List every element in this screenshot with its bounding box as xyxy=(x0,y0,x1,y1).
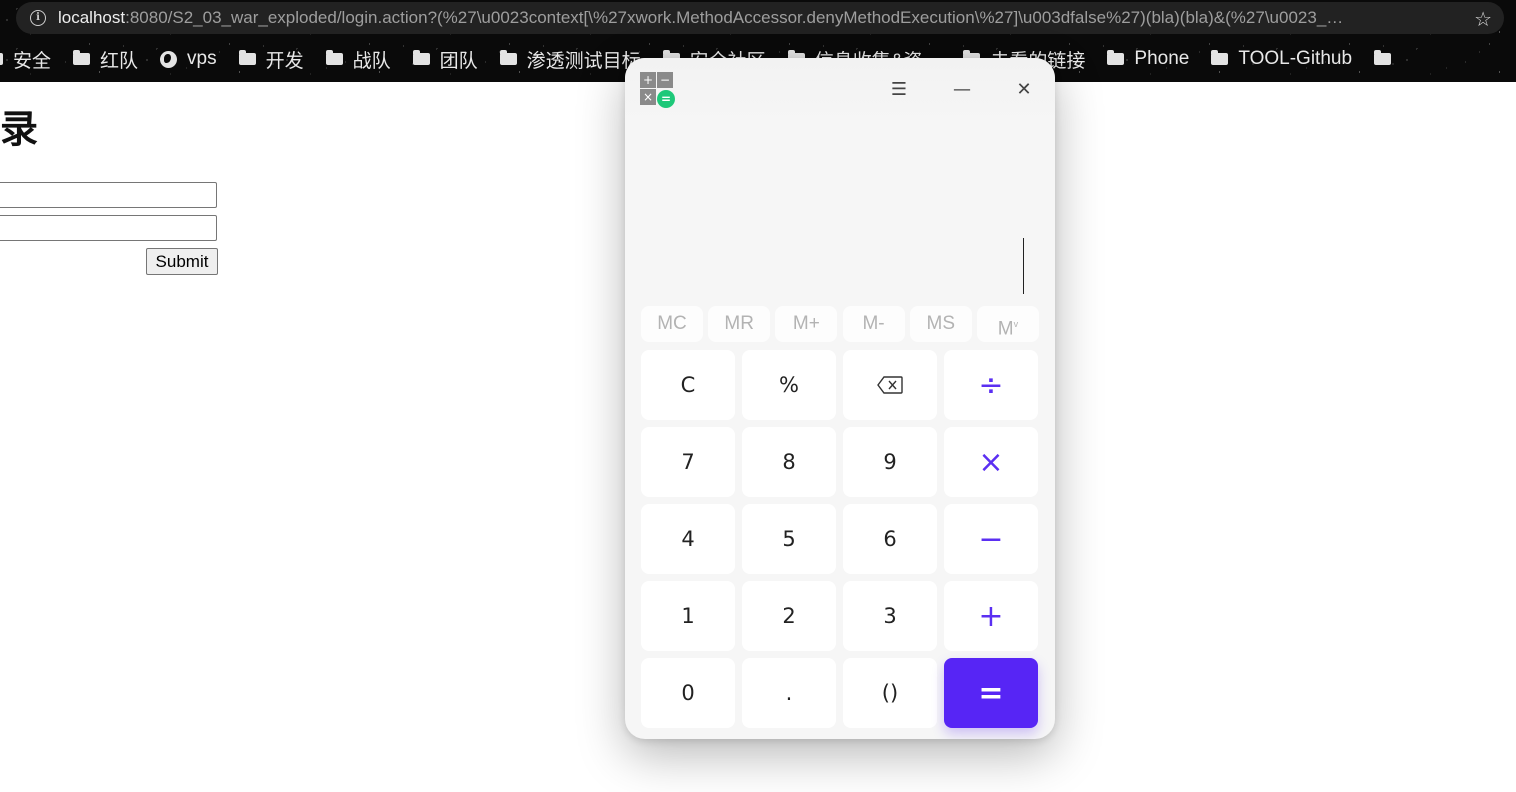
close-icon[interactable]: ✕ xyxy=(1008,76,1040,104)
folder-icon xyxy=(73,50,91,65)
memory-subtract-button[interactable]: M- xyxy=(842,306,905,342)
username-field[interactable] xyxy=(0,182,217,208)
bookmark-item[interactable]: 渗透测试目标 xyxy=(499,46,641,73)
address-bar[interactable]: i localhost:8080/S2_03_war_exploded/logi… xyxy=(16,2,1504,34)
memory-clear-button[interactable]: MC xyxy=(641,306,703,342)
add-button[interactable]: + xyxy=(944,581,1038,651)
bookmark-item[interactable]: 红队 xyxy=(73,46,138,73)
menu-icon[interactable]: ☰ xyxy=(883,76,915,104)
calculator-display[interactable] xyxy=(625,124,1055,300)
page-title: 登录 xyxy=(0,107,39,151)
bookmark-label: vps xyxy=(187,48,217,69)
digit-3-button[interactable]: 3 xyxy=(843,581,937,651)
bookmark-label: 开发 xyxy=(265,50,304,72)
calculator-app-icon: + − × = xyxy=(640,72,678,110)
bookmark-label: 渗透测试目标 xyxy=(526,50,641,72)
bookmark-label: 安全 xyxy=(13,50,52,72)
bookmark-item[interactable]: vps xyxy=(160,48,217,70)
digit-2-button[interactable]: 2 xyxy=(742,581,836,651)
digit-9-button[interactable]: 9 xyxy=(843,427,937,497)
plus-glyph: + xyxy=(640,72,656,88)
password-field[interactable] xyxy=(0,215,217,241)
memory-store-button[interactable]: MS xyxy=(909,306,972,342)
folder-icon xyxy=(1107,50,1125,65)
memory-row: MC MR M+ M- MS Mv xyxy=(641,306,1039,342)
folder-icon xyxy=(1211,50,1229,65)
digit-0-button[interactable]: 0 xyxy=(641,658,735,728)
parentheses-button[interactable]: () xyxy=(843,658,937,728)
chevron-down-icon: v xyxy=(1013,319,1019,329)
folder-icon xyxy=(0,53,3,65)
percent-button[interactable]: % xyxy=(742,350,836,420)
digit-4-button[interactable]: 4 xyxy=(641,504,735,574)
folder-icon xyxy=(499,50,517,65)
url-host: localhost xyxy=(58,8,126,27)
memory-list-button[interactable]: Mv xyxy=(976,306,1039,342)
bookmark-label: 战队 xyxy=(352,50,391,72)
calculator-titlebar[interactable]: + − × = ☰ — ✕ xyxy=(625,58,1055,124)
bookmark-label: TOOL-Github xyxy=(1238,48,1353,69)
equals-glyph: = xyxy=(657,90,675,108)
site-info-icon[interactable]: i xyxy=(30,10,46,26)
submit-button[interactable]: Submit xyxy=(146,248,218,275)
memory-recall-button[interactable]: MR xyxy=(708,306,771,342)
minus-glyph: − xyxy=(657,72,673,88)
equals-button[interactable]: = xyxy=(944,658,1038,728)
globe-icon xyxy=(160,50,178,68)
bookmark-overflow[interactable] xyxy=(1374,50,1401,65)
backspace-button[interactable] xyxy=(843,350,937,420)
decimal-point-button[interactable]: . xyxy=(742,658,836,728)
digit-8-button[interactable]: 8 xyxy=(742,427,836,497)
calculator-window: + − × = ☰ — ✕ MC MR M+ M- MS Mv C % ÷ 7 … xyxy=(625,58,1055,739)
bookmark-item[interactable]: 战队 xyxy=(325,46,391,73)
bookmark-item[interactable]: Phone xyxy=(1107,48,1189,70)
memory-list-label: M xyxy=(997,318,1014,340)
bookmark-item[interactable]: 安全 xyxy=(0,46,51,73)
subtract-button[interactable]: − xyxy=(944,504,1038,574)
bookmark-label: Phone xyxy=(1134,48,1190,69)
keypad: C % ÷ 7 8 9 × 4 5 6 − 1 2 3 + 0 . () = xyxy=(641,350,1039,728)
bookmark-item[interactable]: 团队 xyxy=(412,46,478,73)
minimize-icon[interactable]: — xyxy=(946,76,978,104)
bookmark-star-icon[interactable]: ☆ xyxy=(1474,7,1492,31)
digit-7-button[interactable]: 7 xyxy=(641,427,735,497)
bookmark-item[interactable]: TOOL-Github xyxy=(1211,48,1352,70)
divide-button[interactable]: ÷ xyxy=(944,350,1038,420)
digit-5-button[interactable]: 5 xyxy=(742,504,836,574)
folder-icon xyxy=(325,50,343,65)
bookmark-label: 团队 xyxy=(439,50,478,72)
multiply-button[interactable]: × xyxy=(944,427,1038,497)
folder-icon xyxy=(238,50,256,65)
digit-6-button[interactable]: 6 xyxy=(843,504,937,574)
digit-1-button[interactable]: 1 xyxy=(641,581,735,651)
bookmark-label: 红队 xyxy=(100,50,139,72)
folder-icon xyxy=(1374,50,1392,65)
memory-add-button[interactable]: M+ xyxy=(775,306,838,342)
url-text[interactable]: localhost:8080/S2_03_war_exploded/login.… xyxy=(58,8,1448,28)
url-path: :8080/S2_03_war_exploded/login.action?(%… xyxy=(125,8,1344,27)
clear-button[interactable]: C xyxy=(641,350,735,420)
folder-icon xyxy=(412,50,430,65)
backspace-icon xyxy=(877,376,903,394)
bookmark-item[interactable]: 开发 xyxy=(238,46,304,73)
text-caret xyxy=(1023,238,1024,294)
times-glyph: × xyxy=(640,89,656,105)
